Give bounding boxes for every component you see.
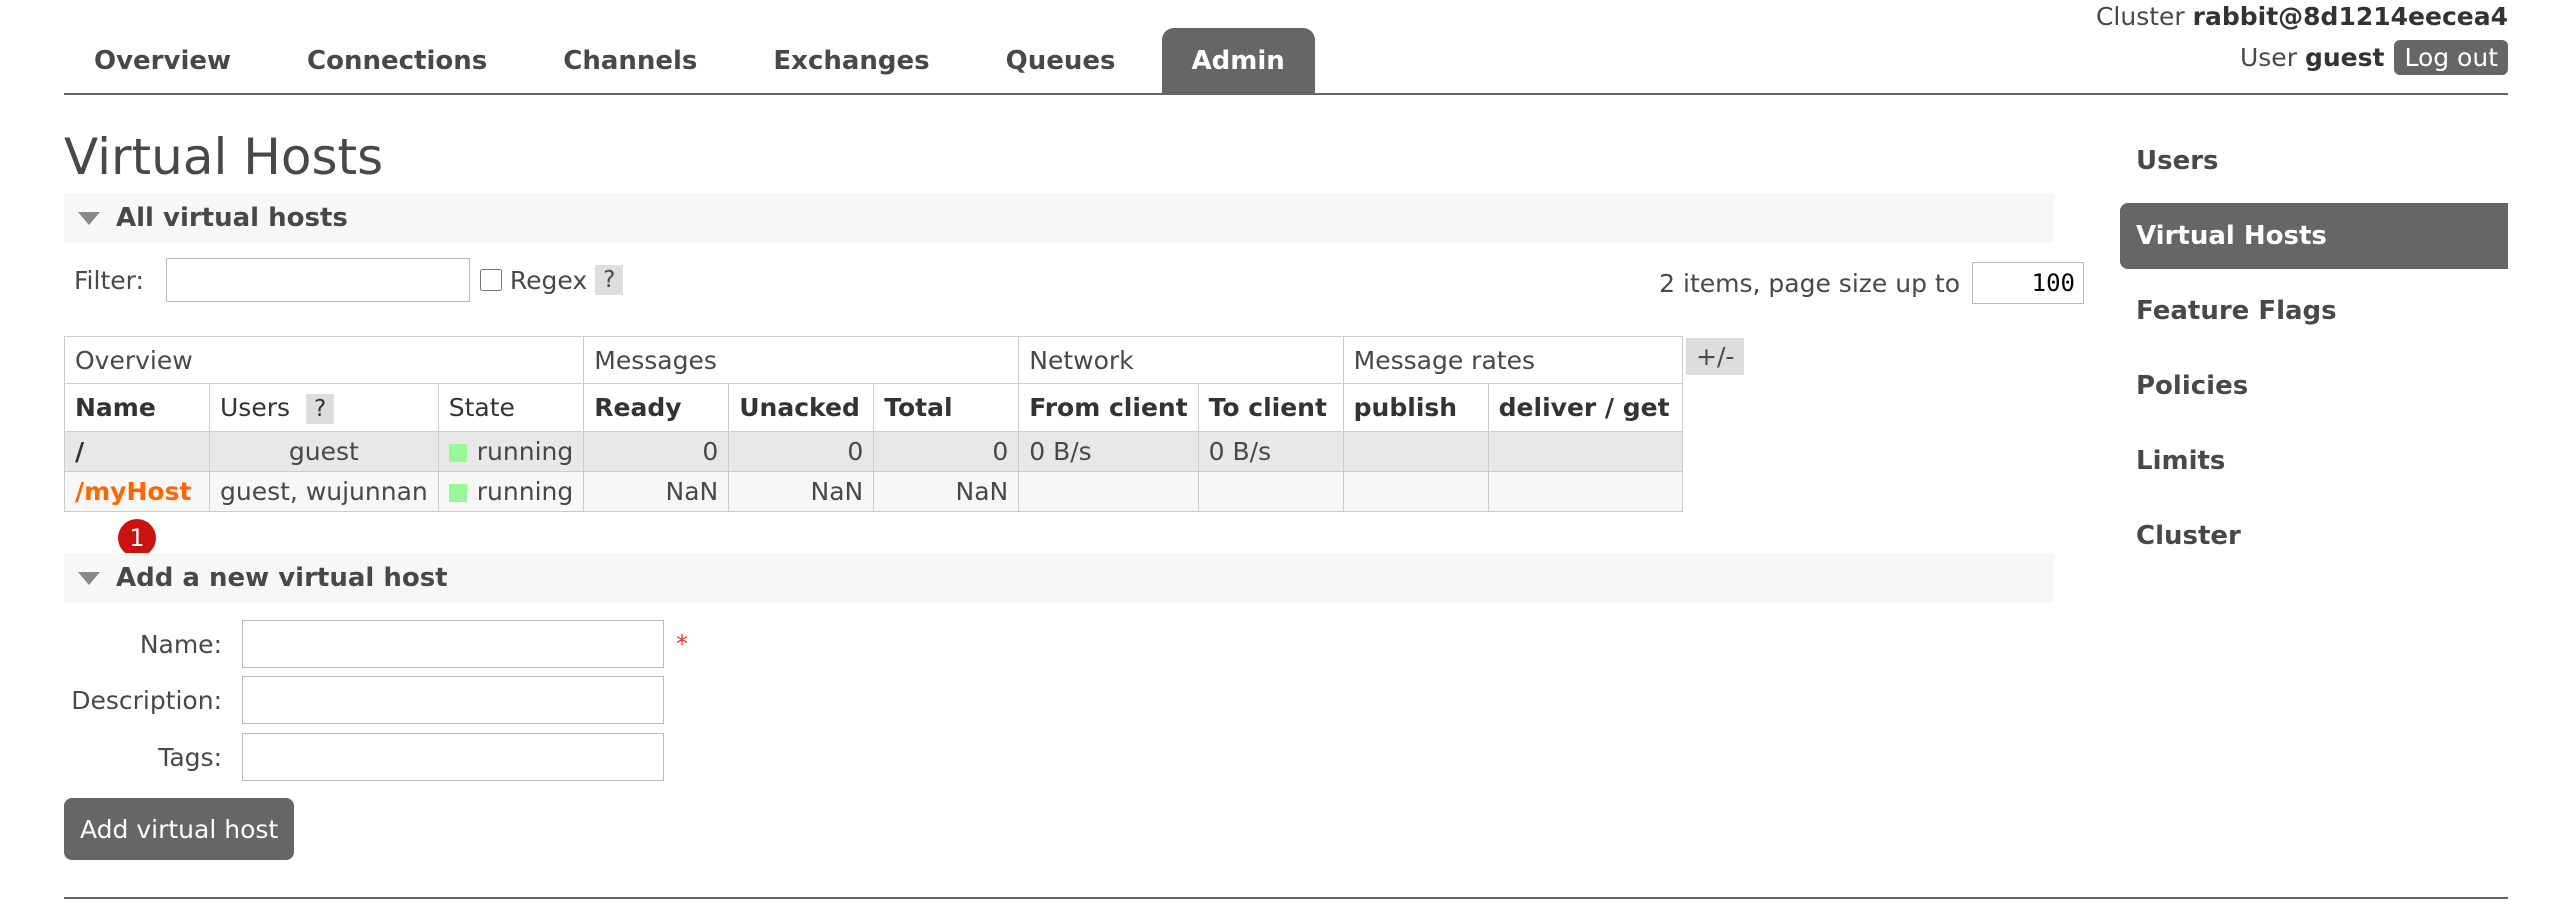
col-deliver-get[interactable]: deliver / get (1487, 383, 1683, 432)
vhost-deliver-get (1487, 431, 1683, 472)
add-virtual-host-button[interactable]: Add virtual host (64, 798, 295, 860)
vhost-state: running (437, 431, 585, 472)
name-label: Name: (139, 629, 222, 659)
user-name: guest (2304, 43, 2385, 72)
vhost-state-label: running (476, 477, 574, 506)
admin-sidebar: Users Virtual Hosts Feature Flags Polici… (2120, 128, 2508, 578)
vhost-total: 0 (873, 431, 1020, 472)
tab-divider (64, 93, 2508, 95)
footer-divider (64, 897, 2508, 899)
table-row: /myHost guest, wujunnan running NaN NaN … (64, 471, 1683, 512)
vhost-ready: 0 (583, 431, 730, 472)
tab-channels[interactable]: Channels (533, 28, 727, 94)
description-form-row: Description: (64, 676, 664, 724)
col-to-client[interactable]: To client (1197, 383, 1344, 432)
vhost-unacked: NaN (728, 471, 875, 512)
tags-label: Tags: (158, 742, 222, 772)
page-size-input[interactable] (1972, 262, 2084, 304)
vhost-description-input[interactable] (242, 676, 664, 724)
tab-admin[interactable]: Admin (1161, 28, 1315, 94)
vhost-deliver-get (1487, 471, 1683, 512)
vhost-name-cell[interactable]: /myHost (64, 471, 210, 512)
filter-input[interactable] (165, 258, 470, 302)
logout-button[interactable]: Log out (2394, 40, 2508, 75)
vhost-link-myhost[interactable]: /myHost (75, 477, 191, 506)
sidebar-item-policies[interactable]: Policies (2120, 353, 2508, 419)
regex-label: Regex (509, 265, 588, 295)
cluster-name: rabbit@8d1214eecea4 (2192, 2, 2508, 31)
tab-connections[interactable]: Connections (277, 28, 517, 94)
state-running-indicator (448, 444, 467, 462)
vhost-tags-input[interactable] (242, 733, 664, 781)
tab-exchanges[interactable]: Exchanges (743, 28, 959, 94)
cluster-label: Cluster (2095, 2, 2185, 31)
users-help-button[interactable]: ? (305, 394, 335, 424)
col-state[interactable]: State (437, 383, 585, 432)
vhost-publish (1342, 471, 1489, 512)
vhost-state-label: running (476, 437, 574, 466)
collapse-triangle-icon (78, 212, 100, 225)
vhost-name[interactable]: / (75, 437, 84, 466)
group-messages: Messages (583, 336, 1020, 384)
vhost-publish (1342, 431, 1489, 472)
filter-label: Filter: (74, 265, 144, 295)
col-total[interactable]: Total (873, 383, 1020, 432)
regex-help-button[interactable]: ? (595, 265, 624, 295)
group-message-rates: Message rates (1342, 336, 1683, 384)
table-group-header: Overview Messages Network Message rates (63, 336, 1683, 384)
tab-overview[interactable]: Overview (64, 28, 261, 94)
sidebar-item-limits[interactable]: Limits (2120, 428, 2508, 494)
main-nav-tabs: Overview Connections Channels Exchanges … (64, 28, 1331, 94)
all-vhosts-section-header[interactable]: All virtual hosts (64, 193, 2054, 243)
state-running-indicator (448, 484, 467, 502)
description-label: Description: (71, 685, 222, 715)
vhost-from-client (1018, 471, 1199, 512)
vhost-total: NaN (873, 471, 1020, 512)
vhost-name-input[interactable] (242, 620, 664, 668)
all-vhosts-title: All virtual hosts (116, 203, 348, 233)
vhost-ready: NaN (583, 471, 730, 512)
table-column-header: Name Users ? State Ready Unacked Total F… (64, 383, 1683, 432)
collapse-triangle-icon (78, 572, 100, 585)
col-users[interactable]: Users ? (209, 383, 439, 432)
filter-row: Filter: Regex ? (74, 258, 624, 302)
vhost-unacked: 0 (728, 431, 875, 472)
required-marker: * (676, 630, 688, 658)
col-publish[interactable]: publish (1342, 383, 1489, 432)
vhost-users: guest, wujunnan (209, 471, 439, 512)
table-row: / guest running 0 0 0 0 B/s 0 B/s (64, 431, 1683, 472)
user-info: User guest Log out (2240, 40, 2508, 75)
col-unacked[interactable]: Unacked (728, 383, 875, 432)
col-ready[interactable]: Ready (583, 383, 730, 432)
cluster-info: Cluster rabbit@8d1214eecea4 (2096, 2, 2508, 31)
user-label: User (2239, 43, 2297, 72)
add-vhost-title: Add a new virtual host (116, 563, 448, 593)
vhost-name-cell[interactable]: / (64, 431, 210, 472)
sidebar-item-cluster[interactable]: Cluster (2120, 503, 2508, 569)
name-form-row: Name: * (64, 620, 688, 668)
vhost-to-client: 0 B/s (1197, 431, 1344, 472)
toggle-columns-button[interactable]: +/- (1686, 338, 1745, 375)
vhost-state: running (437, 471, 585, 512)
tab-queues[interactable]: Queues (976, 28, 1146, 94)
sidebar-item-virtual-hosts[interactable]: Virtual Hosts (2120, 203, 2508, 269)
page-title: Virtual Hosts (64, 128, 384, 186)
vhosts-table: Overview Messages Network Message rates … (63, 336, 1683, 512)
paging-text: 2 items, page size up to (1659, 268, 1960, 298)
vhost-users: guest (209, 431, 439, 472)
paging-info: 2 items, page size up to (1659, 262, 2084, 304)
sidebar-item-feature-flags[interactable]: Feature Flags (2120, 278, 2508, 344)
vhost-from-client: 0 B/s (1018, 431, 1199, 472)
col-name[interactable]: Name (64, 383, 210, 432)
col-from-client[interactable]: From client (1018, 383, 1199, 432)
sidebar-item-users[interactable]: Users (2120, 128, 2508, 194)
annotation-badge: 1 (118, 519, 156, 557)
col-users-label: Users (220, 393, 291, 422)
group-overview: Overview (63, 336, 585, 384)
tags-form-row: Tags: (64, 733, 664, 781)
add-vhost-section-header[interactable]: Add a new virtual host (64, 553, 2054, 603)
group-network: Network (1018, 336, 1344, 384)
vhost-to-client (1197, 471, 1344, 512)
regex-checkbox[interactable] (479, 269, 502, 291)
